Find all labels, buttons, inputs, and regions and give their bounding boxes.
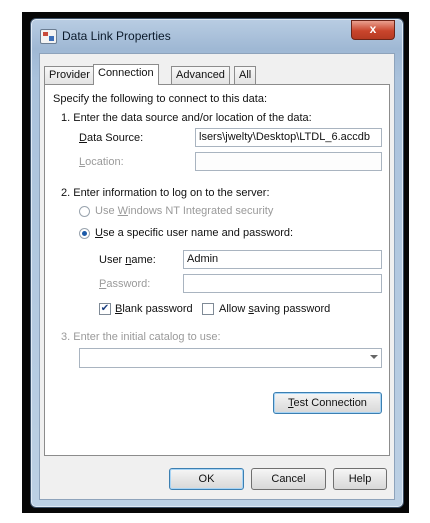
username-input[interactable]: Admin xyxy=(183,250,382,269)
step3-heading: 3. Enter the initial catalog to use: xyxy=(61,331,221,343)
location-input[interactable] xyxy=(195,152,382,171)
data-source-label: Data Source: xyxy=(79,132,144,144)
chevron-down-icon xyxy=(370,355,378,359)
intro-text: Specify the following to connect to this… xyxy=(53,93,268,105)
test-connection-button[interactable]: Test Connection xyxy=(273,392,382,414)
location-label: Location: xyxy=(79,156,124,168)
data-source-input[interactable]: lsers\jwelty\Desktop\LTDL_6.accdb xyxy=(195,128,382,147)
allow-saving-label: Allow saving password xyxy=(219,303,331,315)
tab-all[interactable]: All xyxy=(234,66,257,84)
password-input[interactable] xyxy=(183,274,382,293)
close-button[interactable]: x xyxy=(351,20,395,40)
title-bar[interactable]: Data Link Properties x xyxy=(31,19,403,53)
allow-saving-checkbox[interactable] xyxy=(202,303,214,315)
step2-heading: 2. Enter information to log on to the se… xyxy=(61,187,270,199)
radio-specific-label: Use a specific user name and password: xyxy=(95,227,294,239)
connection-panel: Specify the following to connect to this… xyxy=(44,84,390,456)
data-link-icon xyxy=(40,29,57,44)
window-title: Data Link Properties xyxy=(62,29,171,43)
dialog-window: Data Link Properties x Provider Connecti… xyxy=(30,18,404,508)
radio-nt-label: Use Windows NT Integrated security xyxy=(95,205,274,217)
username-label: User name: xyxy=(99,254,156,266)
dialog-client: Provider Connection Advanced All Specify… xyxy=(39,53,395,500)
blank-password-checkbox[interactable]: ✔ xyxy=(99,303,111,315)
password-label: Password: xyxy=(99,278,151,290)
tab-connection[interactable]: Connection xyxy=(93,64,159,85)
radio-specific-user[interactable] xyxy=(79,228,90,239)
blank-password-label: Blank password xyxy=(115,303,193,315)
cancel-button[interactable]: Cancel xyxy=(251,468,326,490)
radio-nt-security[interactable] xyxy=(79,206,90,217)
tab-provider[interactable]: Provider xyxy=(44,66,95,84)
step1-heading: 1. Enter the data source and/or location… xyxy=(61,112,312,124)
catalog-combobox[interactable] xyxy=(79,348,382,368)
tab-advanced[interactable]: Advanced xyxy=(171,66,230,84)
ok-button[interactable]: OK xyxy=(169,468,244,490)
help-button[interactable]: Help xyxy=(333,468,387,490)
